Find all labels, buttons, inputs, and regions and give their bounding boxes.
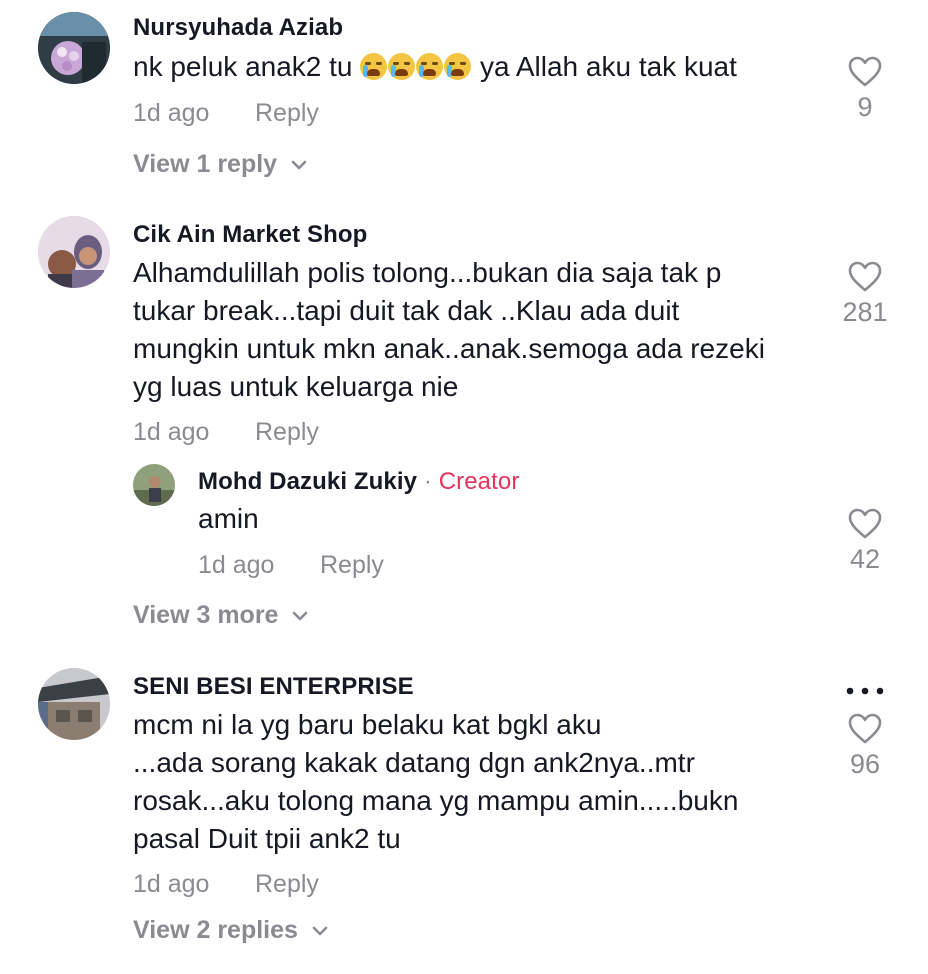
view-replies-label: View 2 replies	[133, 916, 298, 944]
comment-text-line: yg luas untuk keluarga nie	[133, 371, 459, 402]
heart-outline-icon	[848, 56, 882, 87]
comment-time: 1d ago	[133, 99, 210, 127]
loudly-crying-face-icon	[388, 53, 416, 80]
loudly-crying-face-icon	[444, 53, 472, 80]
comment-time: 1d ago	[133, 870, 210, 898]
avatar-image	[38, 216, 110, 288]
heart-outline-icon	[848, 713, 882, 744]
avatar-image	[38, 12, 110, 84]
heart-outline-icon	[848, 508, 882, 539]
avatar[interactable]	[38, 12, 110, 84]
like-count: 9	[857, 92, 873, 122]
comment-text-line: mcm ni la yg baru belaku kat bgkl aku	[133, 709, 602, 740]
like-button[interactable]: 96	[835, 713, 895, 780]
comment-text-line: Alhamdulillah polis tolong...bukan dia s…	[133, 257, 722, 288]
reply-time: 1d ago	[198, 551, 275, 579]
comment-text-part: nk peluk anak2 tu	[133, 51, 361, 82]
loudly-crying-face-icon	[416, 53, 444, 80]
chevron-down-icon	[312, 926, 328, 935]
like-button[interactable]: 281	[835, 261, 895, 328]
comment-text-line: pasal Duit tpii ank2 tu	[133, 823, 401, 854]
view-replies-button[interactable]: View 1 reply	[133, 150, 307, 179]
view-replies-button[interactable]: View 2 replies	[133, 916, 328, 945]
like-count: 96	[849, 749, 881, 779]
heart-outline-icon	[848, 261, 882, 292]
view-replies-label: View 1 reply	[133, 150, 278, 178]
comment-author[interactable]: SENI BESI ENTERPRISE	[133, 673, 414, 701]
chevron-down-icon	[291, 160, 307, 169]
loudly-crying-face-icon	[360, 53, 388, 80]
view-more-button[interactable]: View 3 more	[133, 601, 308, 630]
comment-text-line: rosak...aku tolong mana yg mampu amin...…	[133, 785, 739, 816]
avatar[interactable]	[38, 668, 110, 740]
like-button[interactable]: 9	[835, 56, 895, 123]
comment-text: nk peluk anak2 tu ya Allah aku tak kuat	[133, 48, 737, 86]
comment-time: 1d ago	[133, 418, 210, 446]
reply-button[interactable]: Reply	[255, 418, 319, 447]
avatar[interactable]	[133, 464, 175, 506]
avatar-image	[38, 668, 110, 740]
comment-author[interactable]: Cik Ain Market Shop	[133, 221, 367, 249]
reply-author[interactable]: Mohd Dazuki Zukiy	[198, 468, 417, 495]
avatar[interactable]	[38, 216, 110, 288]
comment-text-line: mungkin untuk mkn anak..anak.semoga ada …	[133, 333, 765, 364]
like-count: 281	[842, 297, 888, 327]
creator-badge: Creator	[438, 468, 520, 495]
comment-text-line: tukar break...tapi duit tak dak ..Klau a…	[133, 295, 680, 326]
comment-author[interactable]: Nursyuhada Aziab	[133, 14, 343, 42]
reply-button[interactable]: Reply	[320, 551, 384, 580]
reply-button[interactable]: Reply	[255, 99, 319, 128]
comment-text-line: ...ada sorang kakak datang dgn ank2nya..…	[133, 747, 695, 778]
like-button[interactable]: 42	[835, 508, 895, 575]
view-more-label: View 3 more	[133, 601, 279, 629]
avatar-image	[133, 464, 175, 506]
like-count: 42	[849, 544, 881, 574]
chevron-down-icon	[293, 611, 308, 620]
reply-author-line: Mohd Dazuki Zukiy · Creator	[198, 468, 519, 496]
separator: ·	[417, 468, 439, 495]
reply-text: amin	[198, 503, 259, 534]
more-horizontal-icon	[846, 687, 884, 695]
comment-text-part: ya Allah aku tak kuat	[472, 51, 737, 82]
more-options-button[interactable]	[845, 683, 885, 701]
reply-button[interactable]: Reply	[255, 870, 319, 899]
